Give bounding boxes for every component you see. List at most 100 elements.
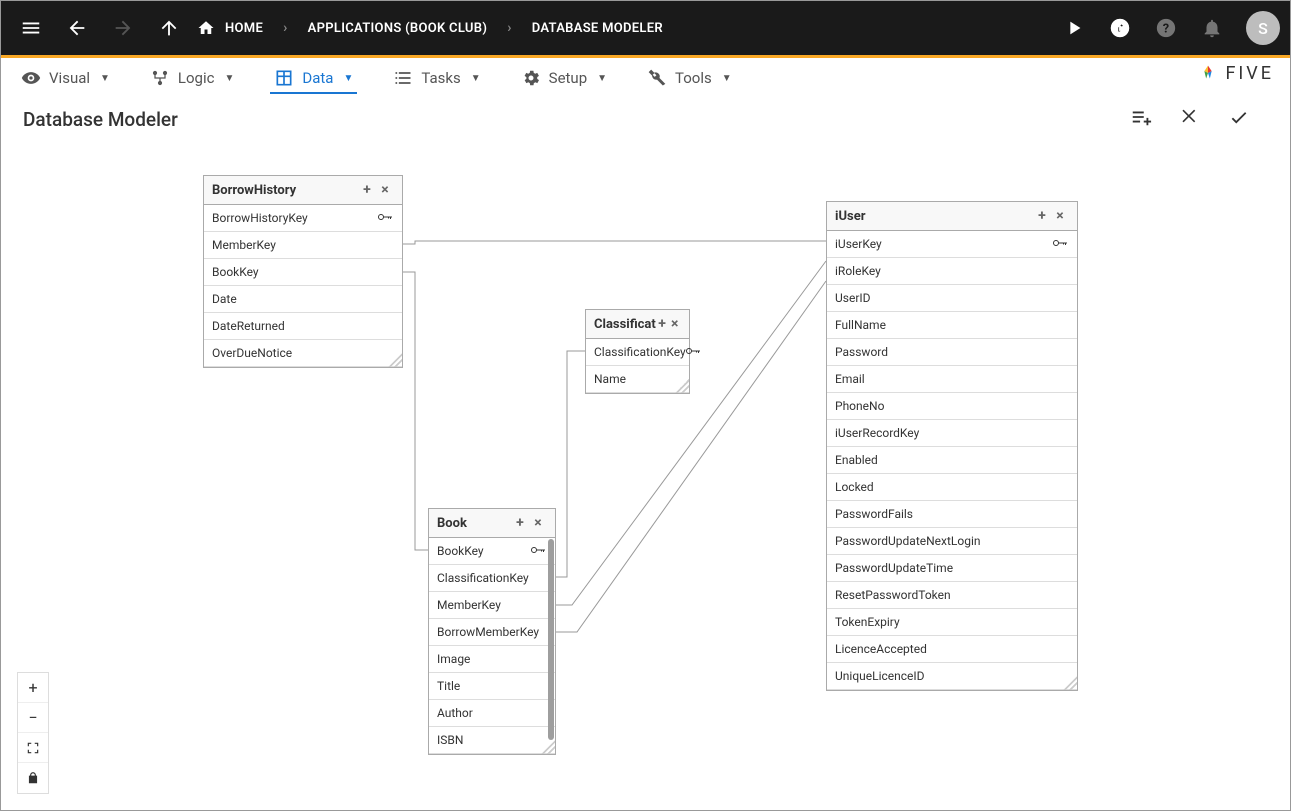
add-field-icon[interactable]: +	[511, 515, 529, 531]
table-field[interactable]: BookKey	[429, 538, 555, 565]
table-field[interactable]: iUserRecordKey	[827, 420, 1077, 447]
field-name: OverDueNotice	[212, 346, 394, 360]
zoom-out-button[interactable]: −	[18, 703, 48, 733]
table-header[interactable]: Book+×	[429, 509, 555, 538]
search-icon[interactable]	[1100, 8, 1140, 48]
table-field[interactable]: LicenceAccepted	[827, 636, 1077, 663]
menu-tools[interactable]: Tools▼	[643, 62, 736, 94]
add-field-icon[interactable]: +	[1033, 208, 1051, 224]
field-name: UserID	[835, 291, 1069, 305]
table-field[interactable]: Enabled	[827, 447, 1077, 474]
table-field[interactable]: OverDueNotice	[204, 340, 402, 367]
table-field[interactable]: Locked	[827, 474, 1077, 501]
table-field[interactable]: ClassificationKey	[429, 565, 555, 592]
table-header[interactable]: iUser+×	[827, 202, 1077, 231]
table-field[interactable]: MemberKey	[204, 232, 402, 259]
table-field[interactable]: ResetPasswordToken	[827, 582, 1077, 609]
field-name: MemberKey	[437, 598, 547, 612]
back-arrow-icon[interactable]	[57, 8, 97, 48]
menu-label: Data	[302, 69, 333, 87]
table-field[interactable]: Image	[429, 646, 555, 673]
avatar-letter: S	[1258, 19, 1268, 38]
chevron-right-icon: ›	[267, 20, 304, 36]
menu-label: Logic	[178, 69, 215, 87]
resize-handle[interactable]	[541, 740, 555, 754]
field-name: BorrowHistoryKey	[212, 211, 378, 225]
zoom-in-button[interactable]: +	[18, 673, 48, 703]
table-borrowhistory[interactable]: BorrowHistory+× BorrowHistoryKey MemberKey…	[203, 175, 403, 368]
field-name: iRoleKey	[835, 264, 1069, 278]
resize-handle[interactable]	[675, 379, 689, 393]
resize-handle[interactable]	[1063, 676, 1077, 690]
brand-text: FIVE	[1225, 63, 1274, 84]
add-field-icon[interactable]: +	[656, 316, 669, 332]
table-field[interactable]: FullName	[827, 312, 1077, 339]
grid-icon	[274, 68, 294, 88]
zoom-controls: + −	[17, 672, 49, 794]
table-header[interactable]: Classificat+×	[586, 310, 689, 339]
table-field[interactable]: iRoleKey	[827, 258, 1077, 285]
field-name: ResetPasswordToken	[835, 588, 1069, 602]
table-field[interactable]: TokenExpiry	[827, 609, 1077, 636]
breadcrumb-home[interactable]: HOME	[221, 21, 267, 36]
menu-tasks[interactable]: Tasks▼	[389, 62, 484, 94]
table-field[interactable]: UniqueLicenceID	[827, 663, 1077, 690]
table-field[interactable]: BorrowMemberKey	[429, 619, 555, 646]
modeler-canvas[interactable]: BorrowHistory+× BorrowHistoryKey MemberKey…	[1, 131, 1290, 810]
table-field[interactable]: PasswordUpdateTime	[827, 555, 1077, 582]
menu-visual[interactable]: Visual▼	[17, 62, 114, 94]
up-arrow-icon[interactable]	[149, 8, 189, 48]
table-field[interactable]: Password	[827, 339, 1077, 366]
table-field[interactable]: PasswordFails	[827, 501, 1077, 528]
brand-logo: FIVE	[1197, 62, 1274, 84]
breadcrumb-applications[interactable]: APPLICATIONS (BOOK CLUB)	[304, 21, 492, 36]
table-field[interactable]: BookKey	[204, 259, 402, 286]
breadcrumb-current[interactable]: DATABASE MODELER	[528, 21, 667, 36]
menu-bar: Visual▼ Logic▼ Data▼ Tasks▼ Setup▼ Tools…	[1, 58, 1290, 98]
close-table-icon[interactable]: ×	[668, 316, 681, 332]
play-icon[interactable]	[1054, 8, 1094, 48]
table-field[interactable]: PasswordUpdateNextLogin	[827, 528, 1077, 555]
field-name: DateReturned	[212, 319, 394, 333]
chevron-right-icon: ›	[491, 20, 528, 36]
field-name: Date	[212, 292, 394, 306]
table-field[interactable]: Name	[586, 366, 689, 393]
table-field[interactable]: Date	[204, 286, 402, 313]
avatar[interactable]: S	[1246, 11, 1280, 45]
menu-data[interactable]: Data▼	[270, 62, 357, 94]
field-name: iUserRecordKey	[835, 426, 1069, 440]
add-field-icon[interactable]: +	[358, 182, 376, 198]
top-header: HOME › APPLICATIONS (BOOK CLUB) › DATABA…	[1, 1, 1290, 55]
table-field[interactable]: ClassificationKey	[586, 339, 689, 366]
tasks-icon	[393, 68, 413, 88]
table-field[interactable]: Author	[429, 700, 555, 727]
close-icon[interactable]	[1180, 106, 1200, 132]
menu-logic[interactable]: Logic▼	[146, 62, 238, 94]
scrollbar[interactable]	[548, 539, 554, 740]
check-icon[interactable]	[1228, 106, 1250, 132]
resize-handle[interactable]	[388, 353, 402, 367]
table-field[interactable]: DateReturned	[204, 313, 402, 340]
table-iuser[interactable]: iUser+×iUserKeyiRoleKeyUserIDFullNamePas…	[826, 201, 1078, 691]
help-icon[interactable]: ?	[1146, 8, 1186, 48]
table-field[interactable]: UserID	[827, 285, 1077, 312]
table-field[interactable]: MemberKey	[429, 592, 555, 619]
table-book[interactable]: Book+×BookKeyClassificationKey MemberKey B…	[428, 508, 556, 755]
add-list-icon[interactable]	[1130, 106, 1152, 132]
close-table-icon[interactable]: ×	[1051, 208, 1069, 224]
table-field[interactable]: BorrowHistoryKey	[204, 205, 402, 232]
hamburger-menu-icon[interactable]	[11, 8, 51, 48]
table-field[interactable]: Title	[429, 673, 555, 700]
lock-button[interactable]	[18, 763, 48, 793]
table-field[interactable]: iUserKey	[827, 231, 1077, 258]
fullscreen-button[interactable]	[18, 733, 48, 763]
table-field[interactable]: Email	[827, 366, 1077, 393]
close-table-icon[interactable]: ×	[376, 182, 394, 198]
table-field[interactable]: ISBN	[429, 727, 555, 754]
table-field[interactable]: PhoneNo	[827, 393, 1077, 420]
menu-setup[interactable]: Setup▼	[517, 62, 611, 94]
notifications-icon[interactable]	[1192, 8, 1232, 48]
close-table-icon[interactable]: ×	[529, 515, 547, 531]
table-classificat[interactable]: Classificat+×ClassificationKeyName	[585, 309, 690, 394]
table-header[interactable]: BorrowHistory+×	[204, 176, 402, 205]
